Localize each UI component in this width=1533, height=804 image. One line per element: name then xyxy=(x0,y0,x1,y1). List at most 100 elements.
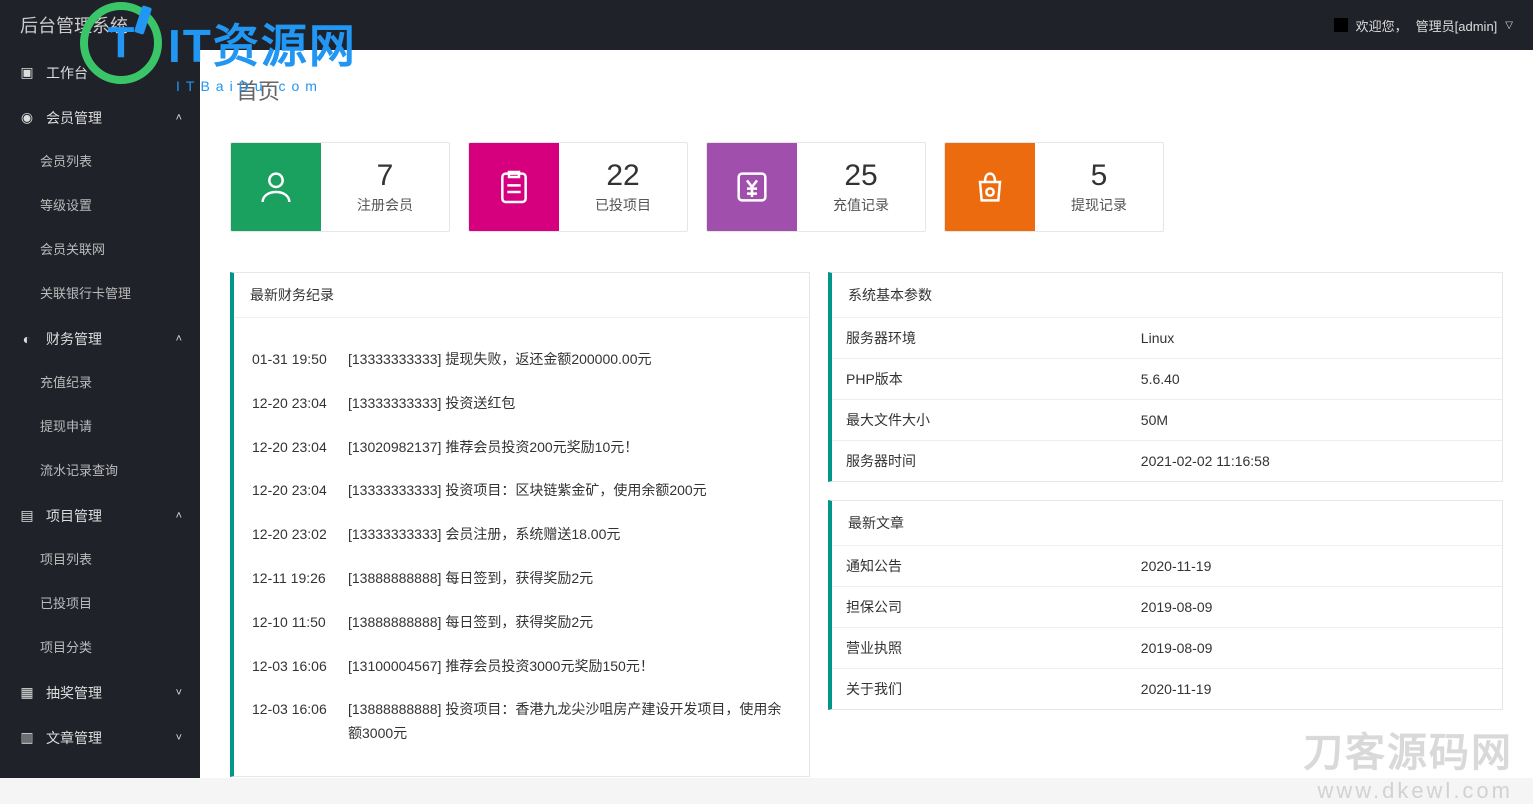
table-row: 最大文件大小50M xyxy=(832,400,1502,441)
finance-row: 01-31 19:50[13333333333] 提现失败，返还金额200000… xyxy=(252,338,791,382)
globe-icon: ◐ xyxy=(18,331,36,347)
doc-icon: ▤ xyxy=(18,507,36,524)
table-row[interactable]: 通知公告2020-11-19 xyxy=(832,546,1502,587)
articles-table: 通知公告2020-11-19担保公司2019-08-09营业执照2019-08-… xyxy=(832,546,1502,709)
system-title: 后台管理系统 xyxy=(20,12,128,38)
top-header: 后台管理系统 欢迎您， 管理员[admin] ▽ xyxy=(0,0,1533,50)
table-row[interactable]: 关于我们2020-11-19 xyxy=(832,669,1502,710)
article-date: 2019-08-09 xyxy=(1127,587,1502,628)
sidebar-item-3[interactable]: ▤ 项目管理 ˄ xyxy=(0,493,200,538)
clip-icon xyxy=(469,143,559,231)
sidebar-item-2[interactable]: ◐财务管理˄ xyxy=(0,316,200,361)
user-menu[interactable]: 欢迎您， 管理员[admin] ▽ xyxy=(1334,16,1513,35)
finance-text: [13333333333] 投资送红包 xyxy=(348,392,791,416)
sidebar-subitem-1-2[interactable]: 会员关联网 xyxy=(0,228,200,272)
sysinfo-panel-title: 系统基本参数 xyxy=(832,273,1502,318)
sidebar-item-5[interactable]: ▥文章管理˅ xyxy=(0,715,200,760)
grid-icon: ▣ xyxy=(18,64,36,81)
panel-row: 最新财务纪录 01-31 19:50[13333333333] 提现失败，返还金… xyxy=(230,272,1503,777)
stat-label: 注册会员 xyxy=(357,195,413,215)
finance-text: [13020982137] 推荐会员投资200元奖励10元！ xyxy=(348,436,791,460)
stat-value: 7 xyxy=(377,159,394,193)
sidebar-subitem-1-1[interactable]: 等级设置 xyxy=(0,184,200,228)
finance-row: 12-20 23:04[13333333333] 投资项目：区块链紫金矿，使用余… xyxy=(252,469,791,513)
finance-time: 12-20 23:04 xyxy=(252,479,348,503)
table-row: 服务器环境Linux xyxy=(832,318,1502,359)
article-date: 2019-08-09 xyxy=(1127,628,1502,669)
chevron-up-icon: ˄ xyxy=(176,510,182,522)
article-title: 营业执照 xyxy=(832,628,1127,669)
finance-panel: 最新财务纪录 01-31 19:50[13333333333] 提现失败，返还金… xyxy=(230,272,810,777)
articles-panel-title: 最新文章 xyxy=(832,501,1502,546)
finance-row: 12-11 19:26[13888888888] 每日签到，获得奖励2元 xyxy=(252,557,791,601)
sidebar-subitem-3-0[interactable]: 项目列表 xyxy=(0,538,200,582)
article-date: 2020-11-19 xyxy=(1127,669,1502,710)
sidebar-subitem-2-0[interactable]: 充值纪录 xyxy=(0,361,200,405)
finance-time: 12-03 16:06 xyxy=(252,655,348,679)
sysinfo-key: 服务器环境 xyxy=(832,318,1127,359)
table-row: PHP版本5.6.40 xyxy=(832,359,1502,400)
sysinfo-val: Linux xyxy=(1127,318,1502,359)
stat-value: 22 xyxy=(606,159,639,193)
sidebar-subitem-2-1[interactable]: 提现申请 xyxy=(0,405,200,449)
sidebar-item-label: 工作台 xyxy=(46,63,88,83)
sysinfo-panel: 系统基本参数 服务器环境LinuxPHP版本5.6.40最大文件大小50M服务器… xyxy=(828,272,1503,482)
finance-text: [13333333333] 会员注册，系统赠送18.00元 xyxy=(348,523,791,547)
table-row[interactable]: 营业执照2019-08-09 xyxy=(832,628,1502,669)
grid4-icon: ▦ xyxy=(18,684,36,701)
article-title: 通知公告 xyxy=(832,546,1127,587)
finance-row: 12-03 16:06[13100004567] 推荐会员投资3000元奖励15… xyxy=(252,645,791,689)
finance-row: 12-20 23:04[13333333333] 投资送红包 xyxy=(252,382,791,426)
finance-list: 01-31 19:50[13333333333] 提现失败，返还金额200000… xyxy=(234,318,809,776)
breadcrumb: 首页 xyxy=(236,74,1503,106)
stat-card-3[interactable]: 5提现记录 xyxy=(944,142,1164,232)
page-icon: ▥ xyxy=(18,729,36,746)
finance-time: 12-10 11:50 xyxy=(252,611,348,635)
finance-text: [13888888888] 每日签到，获得奖励2元 xyxy=(348,611,791,635)
sidebar-subitem-3-2[interactable]: 项目分类 xyxy=(0,626,200,670)
finance-text: [13888888888] 每日签到，获得奖励2元 xyxy=(348,567,791,591)
sysinfo-val: 2021-02-02 11:16:58 xyxy=(1127,441,1502,482)
stat-card-2[interactable]: 25充值记录 xyxy=(706,142,926,232)
sysinfo-val: 5.6.40 xyxy=(1127,359,1502,400)
finance-row: 12-03 16:06[13888888888] 投资项目：香港九龙尖沙咀房产建… xyxy=(252,688,791,756)
welcome-text: 欢迎您， xyxy=(1356,16,1408,35)
sidebar-subitem-1-3[interactable]: 关联银行卡管理 xyxy=(0,272,200,316)
sidebar-subitem-2-2[interactable]: 流水记录查询 xyxy=(0,449,200,493)
user-role: 管理员[admin] xyxy=(1416,16,1498,35)
sidebar-item-4[interactable]: ▦ 抽奖管理 ˅ xyxy=(0,670,200,715)
sysinfo-val: 50M xyxy=(1127,400,1502,441)
sidebar-subitem-3-1[interactable]: 已投项目 xyxy=(0,582,200,626)
stat-card-0[interactable]: 7注册会员 xyxy=(230,142,450,232)
user-icon xyxy=(231,143,321,231)
finance-row: 12-20 23:04[13020982137] 推荐会员投资200元奖励10元… xyxy=(252,426,791,470)
article-title: 担保公司 xyxy=(832,587,1127,628)
stat-label: 提现记录 xyxy=(1071,195,1127,215)
sidebar-item-0[interactable]: ▣ 工作台 xyxy=(0,50,200,95)
circle-v-icon: ◉ xyxy=(18,109,36,126)
sidebar: ▣ 工作台 ◉会员管理˄会员列表等级设置会员关联网关联银行卡管理◐财务管理˄充值纪录… xyxy=(0,50,200,778)
finance-row: 12-10 11:50[13888888888] 每日签到，获得奖励2元 xyxy=(252,601,791,645)
sidebar-subitem-1-0[interactable]: 会员列表 xyxy=(0,140,200,184)
chevron-down-icon: ▽ xyxy=(1505,20,1513,31)
sidebar-item-1[interactable]: ◉会员管理˄ xyxy=(0,95,200,140)
stat-card-1[interactable]: 22已投项目 xyxy=(468,142,688,232)
article-title: 关于我们 xyxy=(832,669,1127,710)
sidebar-item-label: 文章管理 xyxy=(46,728,102,748)
sidebar-item-label: 抽奖管理 xyxy=(46,683,102,703)
table-row: 服务器时间2021-02-02 11:16:58 xyxy=(832,441,1502,482)
stats-row: 7注册会员22已投项目25充值记录5提现记录 xyxy=(230,142,1503,232)
table-row[interactable]: 担保公司2019-08-09 xyxy=(832,587,1502,628)
finance-text: [13333333333] 提现失败，返还金额200000.00元 xyxy=(348,348,791,372)
stat-value: 25 xyxy=(844,159,877,193)
finance-text: [13888888888] 投资项目：香港九龙尖沙咀房产建设开发项目，使用余额3… xyxy=(348,698,791,746)
finance-time: 12-20 23:02 xyxy=(252,523,348,547)
finance-time: 12-20 23:04 xyxy=(252,392,348,416)
chevron-down-icon: ˅ xyxy=(176,687,182,699)
finance-time: 12-03 16:06 xyxy=(252,698,348,722)
stat-label: 充值记录 xyxy=(833,195,889,215)
finance-panel-title: 最新财务纪录 xyxy=(234,273,809,318)
finance-text: [13100004567] 推荐会员投资3000元奖励150元！ xyxy=(348,655,791,679)
sidebar-item-label: 项目管理 xyxy=(46,506,102,526)
sysinfo-key: PHP版本 xyxy=(832,359,1127,400)
